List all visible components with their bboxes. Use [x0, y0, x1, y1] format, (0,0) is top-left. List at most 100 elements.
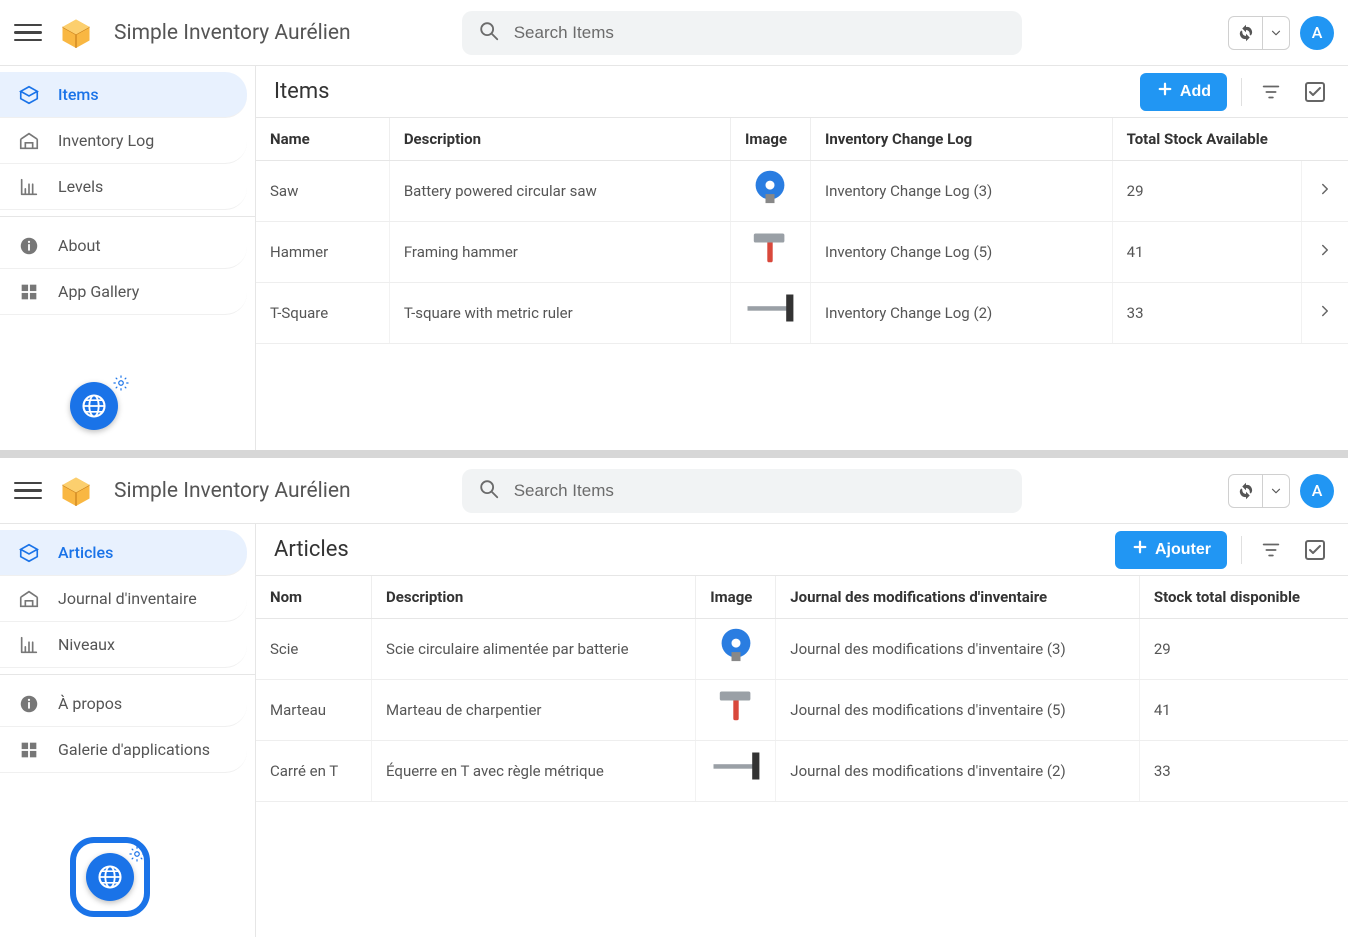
cell-description: Équerre en T avec règle métrique	[372, 741, 696, 802]
cell-changelog[interactable]: Journal des modifications d'inventaire (…	[776, 619, 1140, 680]
language-settings-button[interactable]	[70, 382, 118, 430]
filter-button[interactable]	[1256, 535, 1286, 565]
tool-image-saw	[740, 165, 800, 207]
cell-image	[730, 222, 810, 283]
col-description[interactable]: Description	[389, 118, 730, 161]
chart-icon	[18, 176, 40, 198]
menu-toggle[interactable]	[14, 19, 42, 47]
row-chevron-icon[interactable]	[1316, 306, 1334, 324]
table-row[interactable]: Saw Battery powered circular saw Invento…	[256, 161, 1348, 222]
user-avatar[interactable]: A	[1300, 16, 1334, 50]
sidebar-item-grid[interactable]: Galerie d'applications	[0, 727, 247, 773]
page-title: Items	[274, 79, 330, 104]
select-mode-button[interactable]	[1300, 535, 1330, 565]
filter-button[interactable]	[1256, 77, 1286, 107]
col-image[interactable]: Image	[730, 118, 810, 161]
page-title: Articles	[274, 537, 349, 562]
app-logo-icon	[58, 15, 94, 51]
row-chevron-icon[interactable]	[1316, 245, 1334, 263]
sidebar-item-label: Levels	[58, 177, 103, 196]
sidebar-item-boxes[interactable]: Articles	[0, 530, 247, 576]
cell-image	[696, 680, 776, 741]
table-row[interactable]: Hammer Framing hammer Inventory Change L…	[256, 222, 1348, 283]
col-stock[interactable]: Stock total disponible	[1139, 576, 1348, 619]
sync-button[interactable]	[1229, 475, 1263, 507]
sidebar-item-grid[interactable]: App Gallery	[0, 269, 247, 315]
col-changelog[interactable]: Journal des modifications d'inventaire	[776, 576, 1140, 619]
info-icon	[18, 693, 40, 715]
sidebar-item-warehouse[interactable]: Inventory Log	[0, 118, 247, 164]
tool-image-tsquare	[706, 745, 766, 787]
col-description[interactable]: Description	[372, 576, 696, 619]
table-row[interactable]: T-Square T-square with metric ruler Inve…	[256, 283, 1348, 344]
cell-changelog[interactable]: Journal des modifications d'inventaire (…	[776, 680, 1140, 741]
cell-name: Carré en T	[256, 741, 372, 802]
search-icon	[478, 478, 500, 504]
cell-image	[730, 161, 810, 222]
sidebar-item-chart[interactable]: Levels	[0, 164, 247, 210]
cell-name: Hammer	[256, 222, 389, 283]
items-table: Name Description Image Inventory Change …	[256, 118, 1348, 344]
grid-icon	[18, 281, 40, 303]
sync-dropdown[interactable]	[1263, 17, 1289, 49]
language-floating	[70, 837, 150, 917]
sidebar-item-chart[interactable]: Niveaux	[0, 622, 247, 668]
table-row[interactable]: Scie Scie circulaire alimentée par batte…	[256, 619, 1348, 680]
menu-toggle[interactable]	[14, 477, 42, 505]
gear-icon	[112, 374, 130, 396]
cell-image	[730, 283, 810, 344]
info-icon	[18, 235, 40, 257]
sidebar-item-info[interactable]: À propos	[0, 681, 247, 727]
cell-description: Scie circulaire alimentée par batterie	[372, 619, 696, 680]
tool-image-hammer	[740, 226, 800, 268]
sync-dropdown[interactable]	[1263, 475, 1289, 507]
cell-stock: 29	[1112, 161, 1301, 222]
chart-icon	[18, 634, 40, 656]
user-avatar[interactable]: A	[1300, 474, 1334, 508]
sidebar-item-label: Articles	[58, 543, 113, 562]
select-mode-button[interactable]	[1300, 77, 1330, 107]
sidebar-item-info[interactable]: About	[0, 223, 247, 269]
col-name[interactable]: Nom	[256, 576, 372, 619]
cell-description: Framing hammer	[389, 222, 730, 283]
search-input[interactable]	[514, 23, 1006, 43]
cell-name: T-Square	[256, 283, 389, 344]
boxes-icon	[18, 84, 40, 106]
search-input[interactable]	[514, 481, 1006, 501]
plus-icon	[1131, 538, 1149, 561]
plus-icon	[1156, 80, 1174, 103]
divider	[1241, 536, 1242, 564]
sidebar-item-label: Galerie d'applications	[58, 740, 210, 759]
items-table: Nom Description Image Journal des modifi…	[256, 576, 1348, 802]
divider	[1241, 78, 1242, 106]
add-button[interactable]: Ajouter	[1115, 531, 1227, 569]
sync-button[interactable]	[1229, 17, 1263, 49]
sidebar-item-label: App Gallery	[58, 282, 139, 301]
col-name[interactable]: Name	[256, 118, 389, 161]
cell-changelog[interactable]: Journal des modifications d'inventaire (…	[776, 741, 1140, 802]
sidebar-item-boxes[interactable]: Items	[0, 72, 247, 118]
col-stock[interactable]: Total Stock Available	[1112, 118, 1348, 161]
row-chevron-icon[interactable]	[1316, 184, 1334, 202]
cell-stock: 41	[1112, 222, 1301, 283]
cell-changelog[interactable]: Inventory Change Log (2)	[810, 283, 1112, 344]
grid-icon	[18, 739, 40, 761]
sidebar-item-warehouse[interactable]: Journal d'inventaire	[0, 576, 247, 622]
cell-changelog[interactable]: Inventory Change Log (5)	[810, 222, 1112, 283]
app-logo-icon	[58, 473, 94, 509]
search-icon	[478, 20, 500, 46]
add-button[interactable]: Add	[1140, 73, 1227, 111]
col-image[interactable]: Image	[696, 576, 776, 619]
sync-button-group	[1228, 474, 1290, 508]
language-settings-button[interactable]	[86, 853, 134, 901]
cell-changelog[interactable]: Inventory Change Log (3)	[810, 161, 1112, 222]
col-changelog[interactable]: Inventory Change Log	[810, 118, 1112, 161]
table-row[interactable]: Marteau Marteau de charpentier Journal d…	[256, 680, 1348, 741]
sidebar-item-label: Items	[58, 85, 99, 104]
search-container[interactable]	[462, 469, 1022, 513]
table-row[interactable]: Carré en T Équerre en T avec règle métri…	[256, 741, 1348, 802]
search-container[interactable]	[462, 11, 1022, 55]
cell-image	[696, 741, 776, 802]
cell-stock: 29	[1139, 619, 1348, 680]
cell-description: Marteau de charpentier	[372, 680, 696, 741]
